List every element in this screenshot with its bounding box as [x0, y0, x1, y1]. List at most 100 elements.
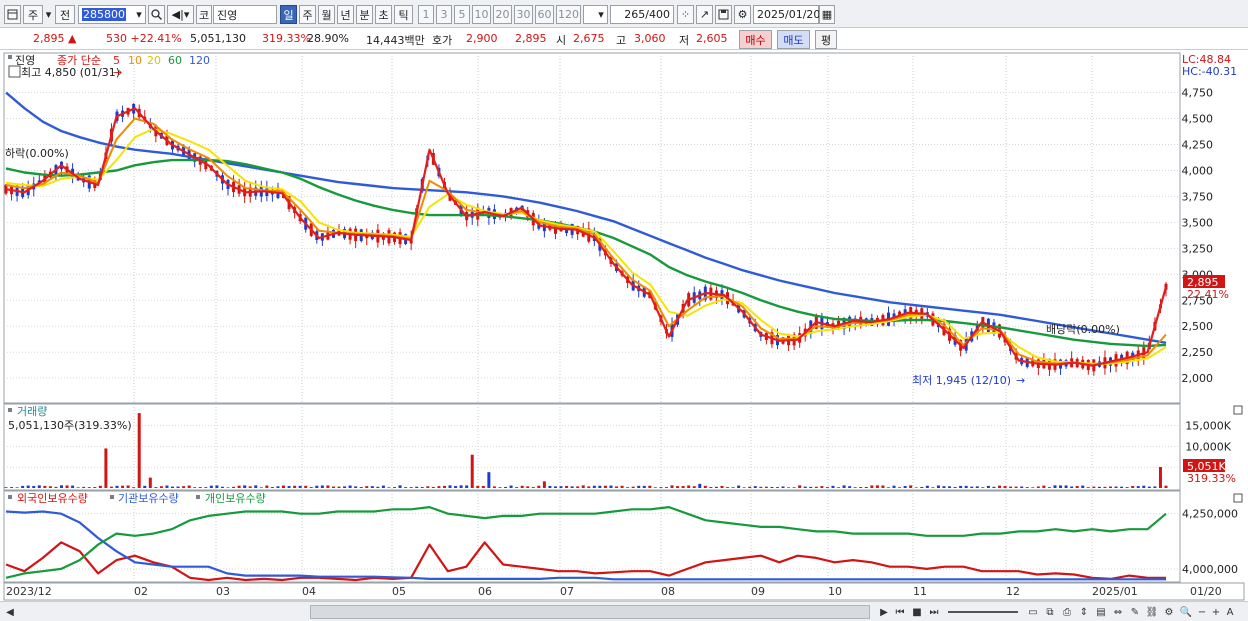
- window-tile-icon[interactable]: ▭: [1026, 604, 1040, 620]
- volume-bar: [792, 487, 796, 488]
- volume-bar: [420, 486, 424, 488]
- volume-bar: [781, 486, 785, 488]
- holdings-close-icon[interactable]: [1233, 493, 1243, 503]
- volume-bar: [165, 485, 169, 488]
- interval-3[interactable]: 3: [436, 5, 452, 24]
- tab-tick[interactable]: 틱: [394, 5, 413, 24]
- volume-bar: [315, 485, 319, 488]
- chart-area: 4,750 4,500 4,250 4,000 3,750 3,500 3,250 3,000…: [0, 51, 1248, 601]
- volume-bar: [215, 485, 219, 488]
- stock-chart[interactable]: 4,7504,5004,2504,0003,7503,5003,2503,000…: [0, 51, 1248, 601]
- prev-button[interactable]: 전: [55, 5, 75, 24]
- volume-bar: [997, 485, 1001, 488]
- volume-bar: [714, 486, 718, 488]
- link-icon[interactable]: ⛓: [1145, 604, 1159, 620]
- interval-60[interactable]: 60: [535, 5, 554, 24]
- volume-bar: [576, 486, 580, 488]
- volume-bar: [892, 485, 896, 488]
- zoom-out-icon[interactable]: −: [1196, 604, 1208, 620]
- volume-bar: [825, 487, 829, 488]
- interval-30[interactable]: 30: [514, 5, 533, 24]
- volume-bar: [670, 485, 674, 488]
- zoom-in-icon[interactable]: +: [1210, 604, 1222, 620]
- current-price: 2,895 ▲: [33, 32, 77, 45]
- stop-icon[interactable]: ■: [910, 604, 924, 620]
- volume-bar: [465, 485, 469, 488]
- volume-bar: [620, 485, 624, 488]
- gear-icon[interactable]: ⚙: [734, 5, 751, 24]
- compare-icon[interactable]: ⇔: [1111, 604, 1125, 620]
- calendar-icon[interactable]: ▦: [819, 5, 835, 24]
- scroll-left-icon[interactable]: ◀: [4, 604, 16, 620]
- save-icon[interactable]: [715, 5, 732, 24]
- tab-month[interactable]: 월: [318, 5, 335, 24]
- volume-bar: [1075, 486, 1079, 488]
- interval-5[interactable]: 5: [454, 5, 470, 24]
- period-select[interactable]: 주: [23, 5, 43, 24]
- next-icon[interactable]: ⏭: [927, 604, 941, 620]
- dropdown-arrow-icon[interactable]: ▾: [45, 5, 52, 24]
- interval-120[interactable]: 120: [556, 5, 581, 24]
- price-tick-label: 4,750: [1182, 87, 1214, 100]
- volume-bar: [542, 481, 546, 488]
- date-input[interactable]: 2025/01/20: [753, 5, 820, 24]
- volume-bar: [459, 485, 463, 488]
- interval-1[interactable]: 1: [418, 5, 434, 24]
- speaker-icon[interactable]: ◀|▾: [167, 5, 194, 24]
- tab-week[interactable]: 주: [299, 5, 316, 24]
- volume-bar: [1158, 466, 1162, 488]
- chart-type-icon[interactable]: ↗: [696, 5, 713, 24]
- copy-icon[interactable]: ⧉: [1043, 604, 1057, 620]
- price-tick-label: 3,500: [1182, 216, 1214, 229]
- volume-close-icon[interactable]: [1233, 405, 1243, 415]
- chart-settings-icon[interactable]: ⚙: [1162, 604, 1176, 620]
- hc-label: HC:-40.31: [1182, 65, 1237, 78]
- print-icon[interactable]: ⎙: [1060, 604, 1074, 620]
- price-tick-label: 2,000: [1182, 372, 1214, 385]
- search-icon[interactable]: [148, 5, 165, 24]
- interval-dropdown-icon[interactable]: ▾: [594, 5, 608, 24]
- tab-day[interactable]: 일: [280, 5, 297, 24]
- tab-second[interactable]: 초: [375, 5, 392, 24]
- volume-bar: [409, 487, 413, 488]
- volume-bar: [343, 486, 347, 488]
- volume-bar: [204, 487, 208, 488]
- zoom-slider[interactable]: [948, 611, 1018, 613]
- window-icon[interactable]: [4, 5, 21, 24]
- draw-icon[interactable]: ✎: [1128, 604, 1142, 620]
- code-dropdown-icon[interactable]: ▾: [132, 5, 146, 24]
- scale-icon[interactable]: ⇕: [1077, 604, 1091, 620]
- interval-10[interactable]: 10: [472, 5, 491, 24]
- chart-toolbar: 주 ▾ 전 285800 ▾ ◀|▾ 코 진영 일 주 월 년 분 초 틱 1 …: [0, 0, 1248, 28]
- volume-bar: [548, 485, 552, 488]
- panel-toggle-icon[interactable]: [8, 65, 21, 78]
- ask-price: 2,900: [466, 32, 498, 45]
- sell-button[interactable]: 매도: [777, 30, 810, 49]
- legend-ma20: 20: [147, 54, 161, 67]
- volume-bar: [520, 485, 524, 488]
- first-icon[interactable]: ⏮: [893, 604, 907, 620]
- tab-minute[interactable]: 분: [356, 5, 373, 24]
- volume-bar: [787, 487, 791, 488]
- zoom-search-icon[interactable]: 🔍: [1179, 604, 1193, 620]
- volume-bar: [859, 487, 863, 488]
- tab-year[interactable]: 년: [337, 5, 354, 24]
- scroll-right-icon[interactable]: ▶: [878, 604, 890, 620]
- font-size-icon[interactable]: A: [1224, 604, 1236, 620]
- layout-icon[interactable]: ▤: [1094, 604, 1108, 620]
- market-label: 코: [196, 5, 212, 24]
- volume-bar: [720, 485, 724, 488]
- buy-button[interactable]: 매수: [739, 30, 772, 49]
- interval-20[interactable]: 20: [493, 5, 512, 24]
- grid-icon[interactable]: ⁘: [677, 5, 694, 24]
- evaluate-button[interactable]: 평: [815, 30, 837, 49]
- high-price: 3,060: [634, 32, 666, 45]
- horizontal-scrollbar[interactable]: [310, 605, 870, 619]
- volume-bar: [1120, 486, 1124, 488]
- volume-bar: [376, 486, 380, 488]
- data-count-field[interactable]: 265/400: [610, 5, 674, 24]
- stock-name-field[interactable]: 진영: [213, 5, 277, 24]
- volume-bar: [648, 485, 652, 488]
- volume-bar: [265, 485, 269, 488]
- volume-bar: [831, 485, 835, 488]
